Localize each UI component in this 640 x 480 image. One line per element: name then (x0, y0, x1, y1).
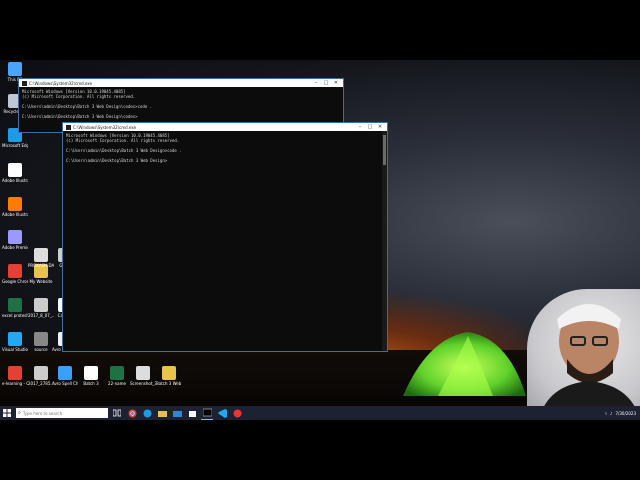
desktop-icon[interactable]: 2017_8_07_... (28, 298, 54, 318)
desktop-icon-label: 22-name (108, 381, 126, 386)
titlebar[interactable]: C:\Windows\System32\cmd.exe – □ ✕ (63, 123, 387, 131)
app-icon (34, 248, 48, 262)
app-icon (34, 298, 48, 312)
desktop-icon[interactable]: Google Chrome (2, 264, 28, 284)
cmd-window-front[interactable]: C:\Windows\System32\cmd.exe – □ ✕ Micros… (62, 122, 388, 352)
desktop-icon-label: Adobe Illustrat... (2, 212, 28, 217)
webcam-overlay (527, 289, 640, 420)
app-icon (8, 332, 22, 346)
close-icon[interactable]: ✕ (331, 79, 341, 87)
desktop-icon[interactable]: PROKASH DAKRNA (28, 248, 54, 268)
desktop-icon[interactable]: Adobe Illustrat... (2, 163, 28, 183)
cmd-icon (22, 80, 27, 86)
cmd-icon (66, 124, 71, 130)
maximize-icon[interactable]: □ (365, 123, 375, 131)
maximize-icon[interactable]: □ (321, 79, 331, 87)
desktop-icon[interactable]: e-learning - Chrome (2, 366, 28, 386)
desktop-icon-label: source (34, 347, 48, 352)
search-input[interactable] (20, 410, 83, 416)
terminal-taskbar-icon[interactable] (201, 407, 213, 420)
desktop-icon-label: PROKASH DAKRNA (28, 263, 54, 268)
window-title: C:\Windows\System32\cmd.exe (29, 80, 93, 86)
app-icon (84, 366, 98, 380)
desktop-icon-label: Batch 3 (83, 381, 99, 386)
desktop-icon-label: Visual Studio Code (2, 347, 28, 352)
clock-date[interactable]: 7/30/2023 (615, 411, 636, 416)
app-icon (162, 366, 176, 380)
volume-icon[interactable]: ♪ (610, 411, 613, 416)
wallpaper-tent (403, 332, 526, 396)
desktop-icon-label: e-learning - Chrome (2, 381, 28, 386)
desktop-icon[interactable]: source (28, 332, 54, 352)
desktop-icon[interactable]: Screenshot_3 (130, 366, 156, 386)
app-icon (8, 366, 22, 380)
desktop-icon-label: Adobe Premiere P... (2, 245, 28, 250)
desktop-icon[interactable]: excel protesh (2, 298, 28, 318)
window-title: C:\Windows\System32\cmd.exe (73, 124, 137, 130)
vscode-taskbar-icon[interactable] (216, 407, 228, 419)
minimize-icon[interactable]: – (311, 79, 321, 87)
recorder-icon[interactable] (231, 407, 243, 419)
desktop-icon-label: Screenshot_3 (130, 381, 156, 386)
terminal-line: C:\Users\admin\Desktop\Batch 3 Web Desig… (22, 114, 138, 119)
desktop-icon-label: Google Chrome (2, 279, 28, 284)
desktop-icon-label: My Website (29, 279, 53, 284)
app-icon (8, 163, 22, 177)
file-explorer-icon[interactable] (156, 407, 168, 419)
windows-icon (3, 409, 11, 417)
app-icon (34, 366, 48, 380)
minimize-icon[interactable]: – (355, 123, 365, 131)
taskbar: ⌕ ⌇ ♪ 7/30/2023 (0, 406, 640, 420)
desktop-icon[interactable]: 22-name (104, 366, 130, 386)
app-icon (8, 197, 22, 211)
desktop-icon[interactable]: Adobe Illustrat... (2, 197, 28, 217)
scrollbar[interactable] (382, 131, 387, 351)
app-icon (8, 230, 22, 244)
desktop-icon[interactable]: Batch 3 (78, 366, 104, 386)
desktop-icon[interactable]: Batch 3 Web Design (156, 366, 182, 386)
titlebar[interactable]: C:\Windows\System32\cmd.exe – □ ✕ (19, 79, 343, 87)
store-icon[interactable] (186, 407, 198, 419)
taskbar-search[interactable]: ⌕ (16, 408, 108, 418)
desktop-icon[interactable]: Avro Spell Checker (52, 366, 78, 386)
app-icon (110, 366, 124, 380)
terminal-output[interactable]: Microsoft Windows [Version 10.0.19045.40… (63, 131, 387, 165)
desktop-icon-label: excel protesh (2, 313, 28, 318)
network-icon[interactable]: ⌇ (605, 411, 607, 416)
app-icon (8, 264, 22, 278)
mail-icon[interactable] (171, 407, 183, 419)
app-icon (58, 366, 72, 380)
app-icon (34, 332, 48, 346)
desktop-icon-label: 2017_8_07_... (28, 313, 54, 318)
desktop-icon-label: 2017_2785... (28, 381, 54, 386)
desktop-icon-label: Adobe Illustrat... (2, 178, 28, 183)
chrome-icon[interactable] (126, 407, 138, 419)
terminal-line: C:\Users\admin\Desktop\Batch 3 Web Desig… (66, 158, 168, 163)
system-tray: ⌇ ♪ 7/30/2023 (605, 406, 636, 420)
desktop-icon[interactable]: 2017_2785... (28, 366, 54, 386)
app-icon (8, 298, 22, 312)
desktop-icon[interactable]: Adobe Premiere P... (2, 230, 28, 250)
app-icon (8, 62, 22, 76)
task-view-icon[interactable] (111, 407, 123, 419)
desktop-icon[interactable]: Visual Studio Code (2, 332, 28, 352)
start-button[interactable] (0, 406, 14, 420)
desktop-icon-label: Avro Spell Checker (52, 381, 78, 386)
person-silhouette (539, 304, 640, 420)
desktop-icon-label: Microsoft Edge (2, 143, 28, 148)
desktop-icon-label: Batch 3 Web Design (156, 381, 182, 386)
close-icon[interactable]: ✕ (375, 123, 385, 131)
edge-icon[interactable] (141, 407, 153, 419)
scrollbar-thumb[interactable] (383, 135, 386, 165)
terminal-output[interactable]: Microsoft Windows [Version 10.0.19045.40… (19, 87, 343, 121)
app-icon (136, 366, 150, 380)
